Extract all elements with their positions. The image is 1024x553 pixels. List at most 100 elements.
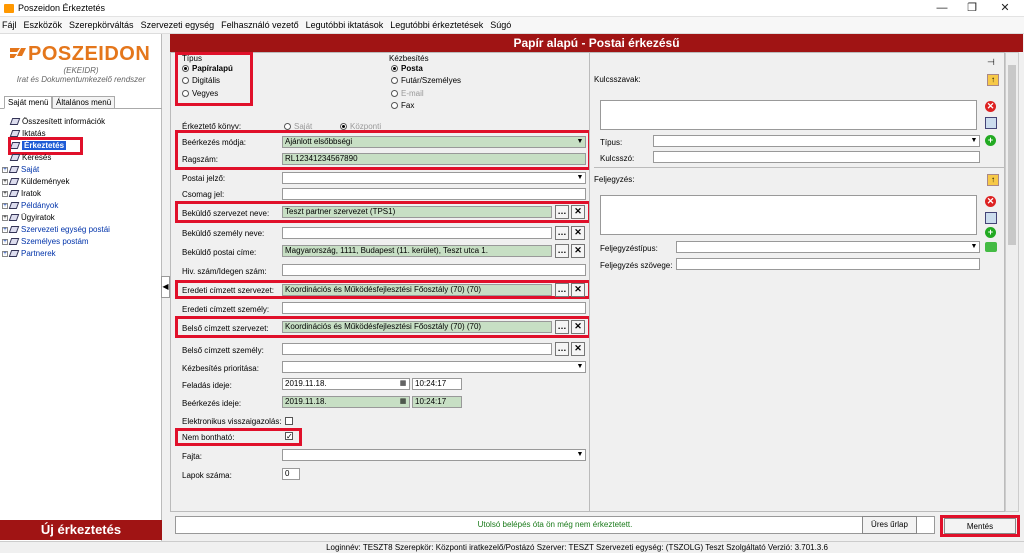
close-button[interactable]: ✕ — [990, 0, 1020, 17]
edit-keyword-icon[interactable] — [985, 117, 997, 129]
sender-address-clear-icon[interactable]: ✕ — [571, 244, 585, 258]
sender-person-input[interactable] — [282, 227, 552, 239]
logo-name: POSZEIDON — [28, 43, 151, 65]
internal-recipient-person-clear-icon[interactable]: ✕ — [571, 342, 585, 356]
reference-number-input[interactable] — [282, 264, 586, 276]
pin-icon[interactable]: ⊣ — [987, 57, 995, 68]
add-keyword-icon[interactable]: + — [985, 135, 996, 146]
menu-org-unit[interactable]: Szervezeti egység — [141, 20, 215, 30]
arrival-mode-select[interactable]: Ajánlott elsőbbségi ▼ — [282, 136, 586, 148]
delivery-post[interactable]: Posta — [391, 63, 423, 74]
app-icon — [4, 4, 14, 13]
calendar-icon[interactable]: ▦ — [398, 379, 408, 389]
keyword-input[interactable] — [653, 151, 980, 163]
postal-mark-label: Postai jelző: — [182, 174, 226, 183]
arrival-date-input[interactable]: 2019.11.18. ▦ — [282, 396, 410, 408]
tree-item-own[interactable]: + Saját — [2, 164, 160, 176]
tracking-number-input[interactable]: RL12341234567890 — [282, 153, 586, 165]
tab-own-menu[interactable]: Saját menü — [4, 96, 53, 109]
delete-note-icon[interactable]: ✕ — [985, 196, 996, 207]
postal-mark-select[interactable]: ▼ — [282, 172, 586, 184]
edit-note-icon[interactable] — [985, 212, 997, 224]
tree-item-summary[interactable]: Összesített információk — [2, 116, 160, 128]
electronic-confirmation-checkbox[interactable] — [285, 417, 293, 425]
expand-icon[interactable]: + — [2, 215, 8, 221]
expand-icon[interactable]: + — [2, 167, 8, 173]
internal-recipient-person-browse-button[interactable]: … — [555, 342, 569, 356]
expand-icon[interactable]: + — [2, 239, 8, 245]
tree-item-copies[interactable]: + Példányok — [2, 200, 160, 212]
sender-person-clear-icon[interactable]: ✕ — [571, 226, 585, 240]
not-openable-checkbox[interactable]: ✓ — [285, 432, 293, 441]
tree-item-documents[interactable]: + Iratok — [2, 188, 160, 200]
delivery-courier[interactable]: Futár/Személyes — [391, 75, 461, 86]
sender-person-browse-button[interactable]: … — [555, 226, 569, 240]
tree-item-partners[interactable]: + Partnerek — [2, 248, 160, 260]
original-recipient-person-input[interactable] — [282, 302, 586, 314]
original-recipient-org-clear-icon[interactable]: ✕ — [571, 283, 585, 297]
arrow-up-icon[interactable]: ↑ — [987, 174, 999, 186]
tree-item-personal-mail[interactable]: + Személyes postám — [2, 236, 160, 248]
tab-general-menu[interactable]: Általános menü — [52, 96, 116, 109]
internal-recipient-org-browse-button[interactable]: … — [555, 320, 569, 334]
original-recipient-org-label: Eredeti címzett szervezet: — [182, 286, 275, 295]
send-time-input[interactable]: 10:24:17 — [412, 378, 462, 390]
menu-role-switch[interactable]: Szerepkörváltás — [69, 20, 134, 30]
expand-icon[interactable]: + — [2, 251, 8, 257]
expand-icon[interactable]: + — [2, 179, 8, 185]
collapse-panel-icon[interactable]: ◀ — [161, 276, 170, 298]
package-mark-input[interactable] — [282, 188, 586, 200]
menu-tools[interactable]: Eszközök — [24, 20, 63, 30]
page-count-stepper[interactable]: 0 — [282, 468, 300, 480]
delivery-priority-select[interactable]: ▼ — [282, 361, 586, 373]
minimize-button[interactable]: — — [927, 0, 957, 17]
original-recipient-org-browse-button[interactable]: … — [555, 283, 569, 297]
menu-recent-arrivals[interactable]: Legutóbbi érkeztetések — [390, 20, 483, 30]
scrollbar-thumb[interactable] — [1008, 65, 1016, 245]
menu-user-leader[interactable]: Felhasználó vezető — [221, 20, 299, 30]
expand-icon[interactable]: + — [2, 191, 8, 197]
tree-item-search[interactable]: Keresés — [2, 152, 160, 164]
menu-recent-filings[interactable]: Legutóbbi iktatások — [306, 20, 384, 30]
internal-recipient-person-input[interactable] — [282, 343, 552, 355]
delivery-email[interactable]: E-mail — [391, 88, 424, 99]
internal-recipient-org-input[interactable]: Koordinációs és Működésfejlesztési Főosz… — [282, 321, 552, 333]
tree-item-cases[interactable]: + Ügyiratok — [2, 212, 160, 224]
sender-org-input[interactable]: Teszt partner szervezet (TPS1) — [282, 206, 552, 218]
sender-address-label: Beküldő postai címe: — [182, 248, 257, 257]
internal-recipient-org-clear-icon[interactable]: ✕ — [571, 320, 585, 334]
keyword-type-select[interactable]: ▼ — [653, 135, 980, 147]
type-digital[interactable]: Digitális — [182, 75, 220, 86]
keywords-list[interactable] — [600, 100, 977, 130]
calendar-icon[interactable]: ▦ — [398, 397, 408, 407]
refresh-note-icon[interactable] — [985, 242, 997, 252]
delete-keyword-icon[interactable]: ✕ — [985, 101, 996, 112]
not-openable-label: Nem bontható: — [182, 433, 235, 442]
type-mixed[interactable]: Vegyes — [182, 88, 218, 99]
arrival-time-input[interactable]: 10:24:17 — [412, 396, 462, 408]
sender-address-browse-button[interactable]: … — [555, 244, 569, 258]
tree-item-unit-mail[interactable]: + Szervezeti egység postái — [2, 224, 160, 236]
maximize-button[interactable]: ❐ — [957, 0, 987, 17]
type-paper[interactable]: Papíralapú — [182, 63, 233, 74]
notes-list[interactable] — [600, 195, 977, 235]
note-type-select[interactable]: ▼ — [676, 241, 980, 253]
note-text-input[interactable] — [676, 258, 980, 270]
sender-address-input[interactable]: Magyarország, 1111, Budapest (11. kerüle… — [282, 245, 552, 257]
kind-select[interactable]: ▼ — [282, 449, 586, 461]
menu-file[interactable]: Fájl — [2, 20, 17, 30]
send-date-input[interactable]: 2019.11.18. ▦ — [282, 378, 410, 390]
add-note-icon[interactable]: + — [985, 227, 996, 238]
sender-org-browse-button[interactable]: … — [555, 205, 569, 219]
arrow-up-icon[interactable]: ↑ — [987, 74, 999, 86]
expand-icon[interactable]: + — [2, 227, 8, 233]
clear-form-button[interactable]: Üres űrlap — [862, 516, 917, 534]
menu-help[interactable]: Súgó — [490, 20, 511, 30]
sender-org-clear-icon[interactable]: ✕ — [571, 205, 585, 219]
delivery-fax[interactable]: Fax — [391, 100, 414, 111]
tree-item-shipments[interactable]: + Küldemények — [2, 176, 160, 188]
new-arrival-button[interactable]: Új érkeztetés — [0, 520, 162, 540]
save-button[interactable]: Mentés — [944, 518, 1016, 534]
original-recipient-org-input[interactable]: Koordinációs és Működésfejlesztési Főosz… — [282, 284, 552, 296]
expand-icon[interactable]: + — [2, 203, 8, 209]
